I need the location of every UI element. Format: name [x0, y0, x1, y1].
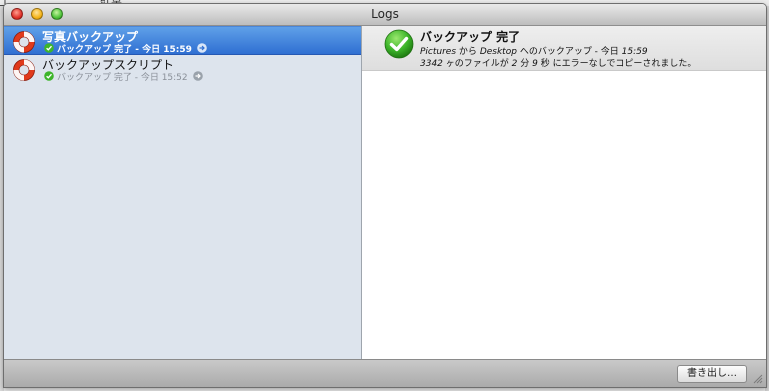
detail-stats-line: 3342 ヶのファイルが 2 分 9 秒 にエラーなしでコピーされました。 — [420, 56, 696, 69]
checkmark-icon — [44, 43, 54, 53]
file-count: 3342 — [420, 59, 443, 69]
list-item-status: バックアップ 完了 - 今日 15:52 — [44, 70, 203, 83]
files-text: ヶのファイルが — [445, 59, 509, 69]
list-item-backup-script[interactable]: バックアップスクリプト バックアップ 完了 - 今日 15:52 — [4, 55, 361, 84]
bottom-toolbar: 書き出し… — [4, 359, 766, 387]
list-item-status: バックアップ 完了 - 今日 15:59 — [44, 42, 207, 55]
duration-seconds: 9 — [532, 59, 538, 69]
list-item-status-text: バックアップ 完了 - 今日 15:52 — [57, 72, 188, 83]
duration-minutes: 2 — [511, 59, 518, 69]
list-item-photo-backup[interactable]: 写真バックアップ バックアップ 完了 - 今日 15:59 — [4, 26, 361, 55]
lifebuoy-icon — [13, 31, 35, 53]
window-title: Logs — [371, 7, 399, 21]
logs-window: Logs 写真バックアップ バックアップ 完了 - 今日 15:59 バックアッ… — [3, 3, 767, 388]
detail-title: バックアップ 完了 — [420, 30, 521, 44]
export-button[interactable]: 書き出し… — [677, 365, 747, 383]
minutes-text: 分 — [520, 59, 530, 69]
seconds-text: 秒 にエラーなしでコピーされました。 — [540, 59, 697, 69]
arrow-right-circle-icon[interactable] — [197, 43, 207, 53]
lifebuoy-icon — [13, 59, 35, 81]
log-detail-pane: バックアップ 完了 Pictures から Desktop へのバックアップ -… — [362, 26, 766, 359]
success-check-icon — [384, 29, 414, 59]
checkmark-icon — [44, 71, 54, 81]
log-list-sidebar: 写真バックアップ バックアップ 完了 - 今日 15:59 バックアップスクリプ… — [4, 26, 362, 359]
resize-grip-icon[interactable] — [752, 373, 763, 384]
title-bar[interactable]: Logs — [4, 4, 766, 26]
log-detail-header: バックアップ 完了 Pictures から Desktop へのバックアップ -… — [362, 26, 766, 71]
arrow-right-circle-icon[interactable] — [192, 71, 203, 81]
list-item-status-text: バックアップ 完了 - 今日 15:59 — [57, 44, 192, 55]
